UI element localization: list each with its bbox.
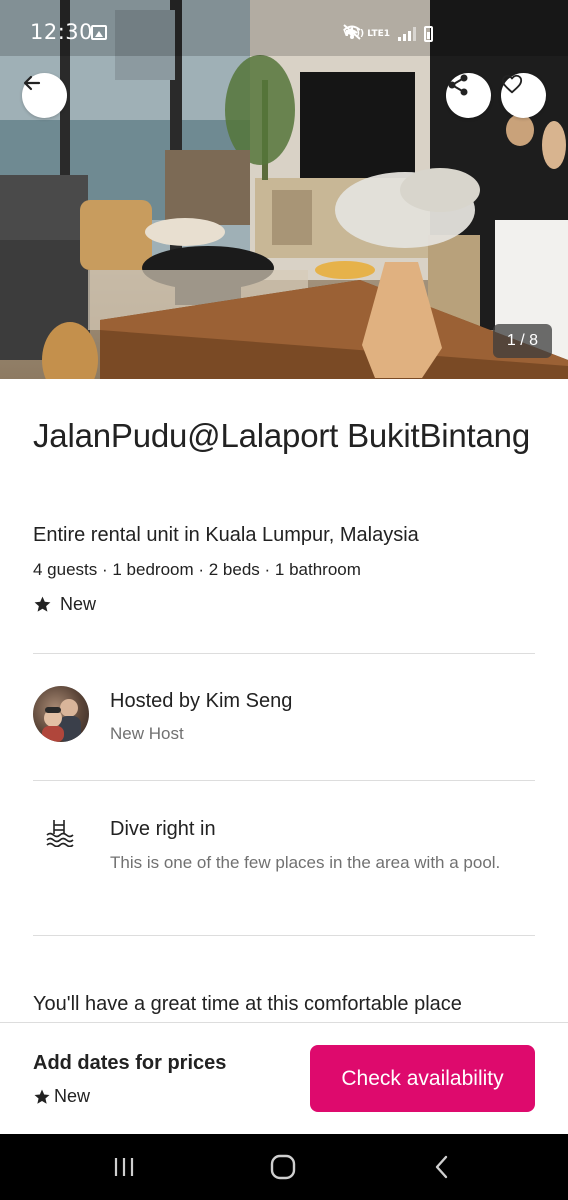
system-back-button[interactable] [422,1152,462,1182]
gallery-notification-icon [91,25,107,40]
listing-subtitle: Entire rental unit in Kuala Lumpur, Mala… [33,524,419,546]
listing-title: JalanPudu@Lalaport BukitBintang [33,417,530,454]
host-photo [42,699,81,742]
star-icon [34,596,51,612]
wifi-icon [343,25,361,39]
share-icon [448,74,468,96]
highlight-title: Dive right in [110,818,216,840]
footer-rating: New [33,1086,90,1107]
highlight-description: This is one of the few places in the are… [110,853,501,872]
divider [33,780,535,781]
save-wishlist-button[interactable] [501,73,546,118]
booking-footer: Add dates for prices New Check availabil… [0,1022,568,1134]
share-button[interactable] [446,73,491,118]
room-photo-illustration [0,0,568,379]
home-button[interactable] [263,1152,303,1182]
nav-back-icon [435,1155,448,1179]
signal-strength-icon [398,27,416,41]
divider [33,935,535,936]
recent-apps-icon [114,1158,134,1176]
heart-icon [501,74,523,94]
check-availability-button[interactable]: Check availability [310,1045,535,1112]
status-indicators: Vo)) LTE1 [343,24,433,44]
status-bar: 12:30 Vo)) LTE1 [0,0,568,56]
status-time: 12:30 [30,20,94,44]
system-navigation-bar [0,1134,568,1200]
listing-photo[interactable]: 12:30 Vo)) LTE1 1 / 8 [0,0,568,379]
arrow-left-icon [23,75,41,91]
listing-capacity-details: 4 guests · 1 bedroom · 2 beds · 1 bathro… [33,560,361,579]
add-dates-prompt[interactable]: Add dates for prices [33,1052,226,1075]
home-icon [270,1154,296,1180]
battery-icon [424,26,433,42]
photo-counter: 1 / 8 [493,324,552,358]
rating-label: New [60,594,97,614]
footer-rating-label: New [54,1086,91,1106]
listing-rating: New [33,594,96,615]
recent-apps-button[interactable] [104,1152,144,1182]
divider [33,653,535,654]
back-button[interactable] [22,73,67,118]
host-status: New Host [110,724,184,743]
pool-icon [46,820,74,847]
star-icon [34,1089,50,1104]
host-avatar[interactable] [33,686,89,742]
host-name: Hosted by Kim Seng [110,690,293,712]
listing-description: You'll have a great time at this comfort… [33,993,462,1015]
